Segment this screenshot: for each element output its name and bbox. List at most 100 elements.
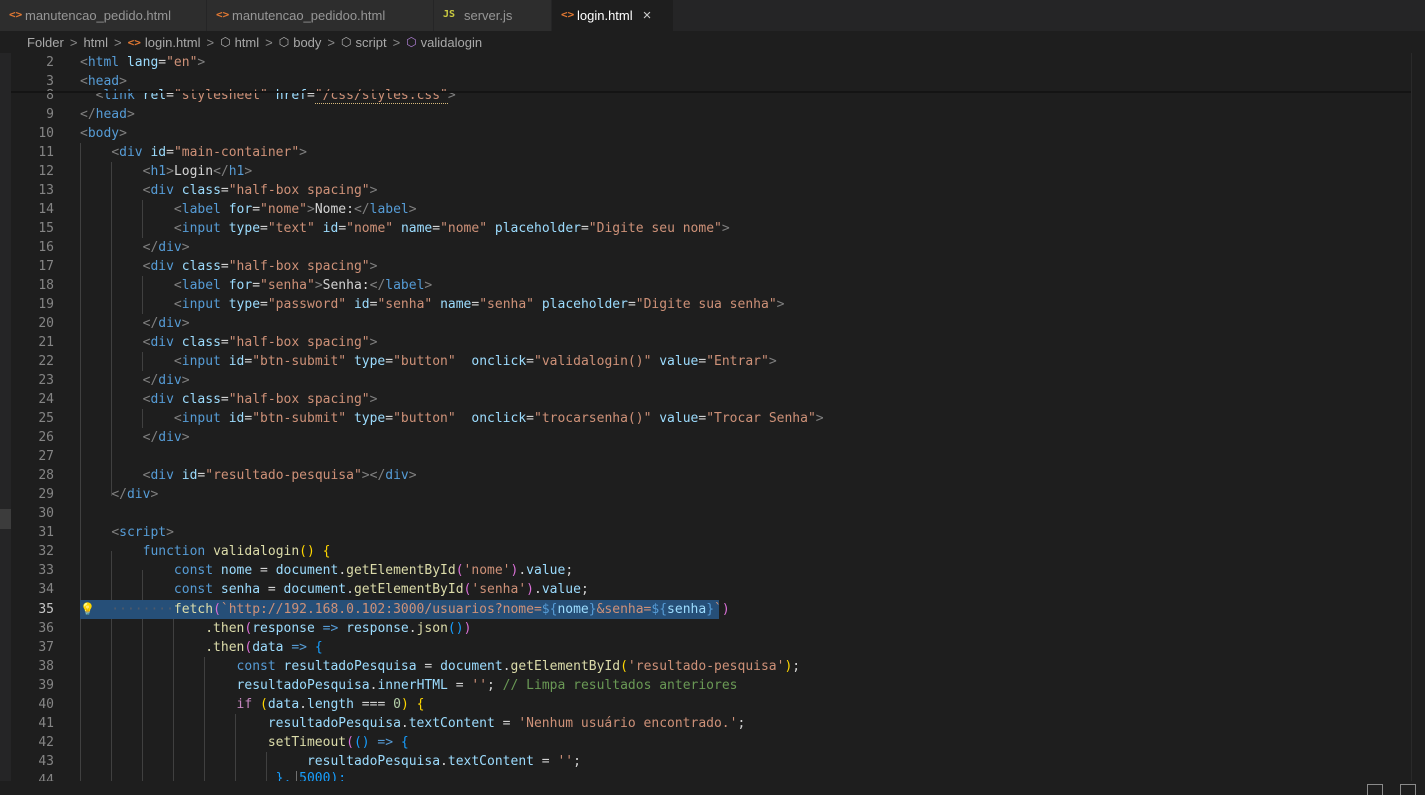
tok: onclick [471,354,527,369]
code-line: <label for="nome">Nome:</label> [173,202,417,217]
breadcrumb-body-element[interactable]: body [293,35,321,50]
line-number: 30 [38,506,54,521]
breadcrumb-html-element[interactable]: html [235,35,260,50]
breadcrumb-html-folder[interactable]: html [83,35,108,50]
tok: data [267,697,300,712]
tok: getElementById [510,659,621,674]
tok: head [95,107,127,122]
tok: "btn-submit" [252,354,347,369]
method-cube-icon: ⬡ [406,35,417,49]
tok: ; [737,716,746,731]
code-area[interactable]: <html lang="en"> <head> <link rel="style… [80,53,1410,793]
tab-manutencao-pedidoo[interactable]: <> manutencao_pedidoo.html [207,0,434,31]
panel-toggle-icon[interactable] [1367,784,1383,795]
tok: .then [205,640,245,655]
tok: innerHTML [377,678,448,693]
code-line: resultadoPesquisa.textContent = 'Nenhum … [80,714,745,733]
tab-server-js[interactable]: JS server.js [434,0,552,31]
lightbulb-icon[interactable]: 💡 [80,600,95,619]
breadcrumb-script-element[interactable]: script [356,35,387,50]
code-line: <link rel="stylesheet" href="/css/styles… [95,88,456,104]
breadcrumb-folder[interactable]: Folder [27,35,64,50]
code-line: setTimeout(() => { [80,733,409,752]
tok: === [353,697,394,712]
code-line: </div> [142,240,190,255]
code-line: </head> [80,105,135,124]
tok: = [533,754,558,769]
breadcrumb-file[interactable]: login.html [145,35,201,50]
line-number: 14 [38,202,54,217]
tok: resultadoPesquisa [306,754,441,769]
panel-maximize-icon[interactable] [1400,784,1416,795]
tok: < [80,126,88,141]
tok: "Digite seu nome" [588,221,722,236]
tok: label [181,278,221,293]
tok: document [275,563,339,578]
vertical-scrollbar[interactable] [1411,53,1425,793]
line-number: 17 [38,259,54,274]
line-number: 31 [38,525,54,540]
tok: div [150,468,174,483]
html-file-icon: <> [9,8,23,21]
code-editor[interactable]: 2 3 8 9 10 11 12 13 14 15 16 17 18 19 20… [0,53,1425,793]
tok: '' [557,754,574,769]
tok: ${ [541,602,558,617]
tok: => [314,621,347,636]
tok: 'nome' [463,563,511,578]
tok: "button" [393,354,456,369]
line-number: 8 [46,88,54,103]
code-line: if (data.length === 0) { [80,695,425,714]
line-number: 19 [38,297,54,312]
code-line: </div> [142,373,190,388]
tok: senha [667,602,707,617]
code-line: <input type="password" id="senha" name="… [173,297,785,312]
tok: ) [721,602,730,617]
line-number: 40 [38,697,54,712]
tok: const [173,582,214,597]
tok: name [440,297,472,312]
tok: > [197,55,206,70]
tok: . [400,716,409,731]
tok: { [416,697,425,712]
tok: getElementById [346,563,456,578]
tab-login-html[interactable]: <> login.html × [552,0,674,31]
tok: "nome" [440,221,488,236]
line-number: 39 [38,678,54,693]
tok: Senha: [322,278,370,293]
tok: class [181,335,221,350]
tok: . [299,697,307,712]
tok: document [440,659,503,674]
line-number: 42 [38,735,54,750]
tok: resultadoPesquisa [236,678,370,693]
tok: "resultado-pesquisa" [205,468,362,483]
tok: id [322,221,339,236]
close-icon[interactable]: × [643,7,652,24]
tok: div [158,316,182,331]
scroll-marker [0,509,11,529]
tok: id [228,411,245,426]
tok: div [158,373,182,388]
tok: => [369,735,401,750]
tok: '' [471,678,488,693]
tok: class [181,392,221,407]
editor-tab-bar: <> manutencao_pedido.html <> manutencao_… [0,0,1425,31]
code-line: resultadoPesquisa.innerHTML = ''; // Lim… [80,676,738,695]
tok: label [181,202,221,217]
tok: label [385,278,425,293]
tok: "validalogin()" [534,354,652,369]
tok: div [158,430,182,445]
line-number: 43 [38,754,54,769]
tab-manutencao-pedido[interactable]: <> manutencao_pedido.html [0,0,207,31]
line-number: 2 [46,55,54,70]
line-number: 22 [38,354,54,369]
line-number: 41 [38,716,54,731]
breadcrumb-function[interactable]: validalogin [421,35,482,50]
tok: ; [573,754,581,769]
tok: { [314,640,323,655]
code-line: <script> [111,525,174,540]
line-number: 24 [38,392,54,407]
code-line: <input id="btn-submit" type="button" onc… [173,354,777,369]
line-number: 28 [38,468,54,483]
tok: = [447,678,472,693]
code-line: .then(response => response.json()) [80,619,471,638]
